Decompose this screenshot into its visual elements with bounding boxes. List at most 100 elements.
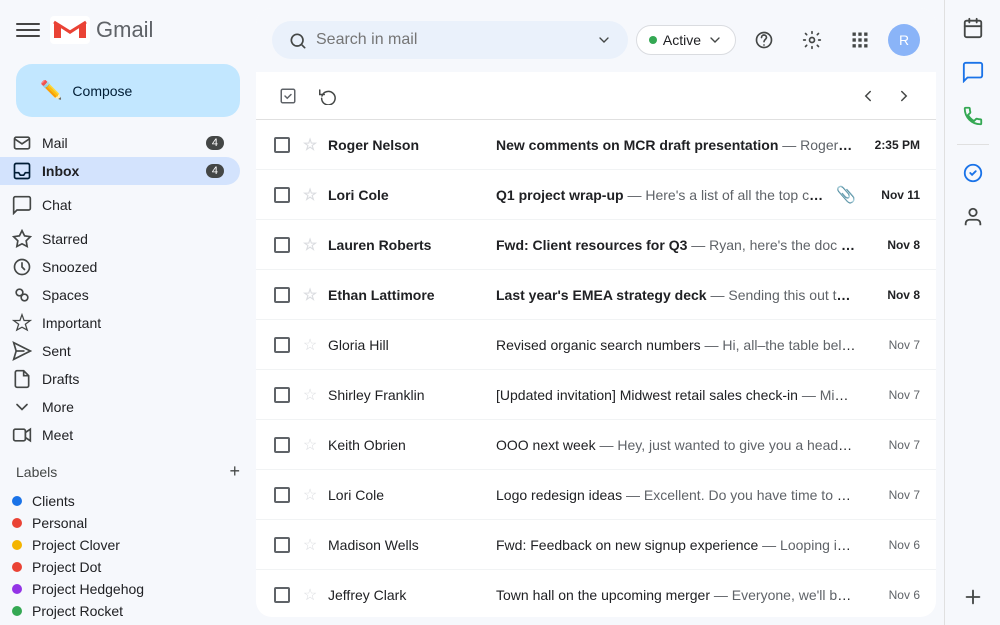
email-row[interactable]: ☆ Madison Wells Fwd: Feedback on new sig… [256,520,936,570]
sidebar-item-more[interactable]: More [0,393,240,421]
email-subject: [Updated invitation] Midwest retail sale… [496,387,798,403]
label-project-dot[interactable]: Project Dot [0,556,240,578]
sidebar-label-more: More [42,399,74,415]
email-row[interactable]: ☆ Lauren Roberts Fwd: Client resources f… [256,220,936,270]
email-subject: Fwd: Client resources for Q3 [496,237,687,253]
email-row[interactable]: ☆ Lori Cole Q1 project wrap-up — Here's … [256,170,936,220]
label-personal[interactable]: Personal [0,512,240,534]
star-icon[interactable]: ☆ [303,185,317,205]
sidebar-label-mail: Mail [42,135,68,151]
star-icon[interactable]: ☆ [303,535,317,555]
label-clients-text: Clients [32,493,75,509]
right-panel [944,0,1000,625]
phone-panel-icon[interactable] [953,96,993,136]
label-project-clover-text: Project Clover [32,537,120,553]
email-subject: Q1 project wrap-up [496,187,624,203]
attachment-icon: 📎 [836,185,856,205]
email-row[interactable]: ☆ Roger Nelson New comments on MCR draft… [256,120,936,170]
search-input[interactable] [316,31,588,49]
email-row[interactable]: ☆ Jeffrey Clark Town hall on the upcomin… [256,570,936,617]
snoozed-icon [12,257,32,277]
compose-label: Compose [72,83,132,99]
star-nav-icon [12,229,32,249]
email-snippet: — Everyone, we'll be hosting our second … [714,587,856,603]
spaces-icon [12,285,32,305]
star-icon[interactable]: ☆ [303,585,317,605]
apps-icon[interactable] [840,20,880,60]
help-icon[interactable] [744,20,784,60]
sidebar-label-starred: Starred [42,231,88,247]
prev-page-button[interactable] [852,80,884,112]
calendar-panel-icon[interactable] [953,8,993,48]
star-icon[interactable]: ☆ [303,235,317,255]
chat-panel-icon[interactable] [953,52,993,92]
email-row[interactable]: ☆ Gloria Hill Revised organic search num… [256,320,936,370]
label-project-hedgehog[interactable]: Project Hedgehog [0,578,240,600]
tasks-panel-icon[interactable] [953,153,993,193]
label-project-clover[interactable]: Project Clover [0,534,240,556]
email-star-area: ☆ [300,285,320,305]
star-icon[interactable]: ☆ [303,135,317,155]
sidebar-item-inbox[interactable]: Inbox 4 [0,157,240,185]
inbox-badge: 4 [206,164,224,178]
email-checkbox[interactable] [274,387,290,403]
label-project-rocket[interactable]: Project Rocket [0,600,240,622]
label-clients[interactable]: Clients [0,490,240,512]
email-star-area: ☆ [300,185,320,205]
sidebar-item-starred[interactable]: Starred [0,225,240,253]
mail-icon [12,133,32,153]
sidebar-item-chat-section[interactable]: Chat [0,185,240,225]
add-label-icon[interactable]: + [229,461,240,482]
email-body: Last year's EMEA strategy deck — Sending… [496,287,856,303]
sidebar-item-sent[interactable]: Sent [0,337,240,365]
email-row[interactable]: ☆ Shirley Franklin [Updated invitation] … [256,370,936,420]
email-row[interactable]: ☆ Keith Obrien OOO next week — Hey, just… [256,420,936,470]
star-icon[interactable]: ☆ [303,435,317,455]
user-profile-avatar[interactable]: R [888,24,920,56]
email-body: Fwd: Feedback on new signup experience —… [496,537,856,553]
star-icon[interactable]: ☆ [303,485,317,505]
settings-icon[interactable] [792,20,832,60]
search-dropdown-icon[interactable] [596,31,612,49]
add-app-icon[interactable] [953,577,993,617]
gmail-logo: Gmail [50,16,153,44]
search-bar [272,21,628,58]
email-time: Nov 8 [864,288,920,302]
email-checkbox[interactable] [274,587,290,603]
email-row[interactable]: ☆ Lori Cole Logo redesign ideas — Excell… [256,470,936,520]
sidebar-item-important[interactable]: Important [0,309,240,337]
star-icon[interactable]: ☆ [303,335,317,355]
next-page-button[interactable] [888,80,920,112]
star-icon[interactable]: ☆ [303,285,317,305]
email-snippet: — Ryan, here's the doc with all the clie… [691,237,856,253]
email-row[interactable]: ☆ Ethan Lattimore Last year's EMEA strat… [256,270,936,320]
email-checkbox[interactable] [274,337,290,353]
drafts-icon [12,369,32,389]
email-snippet: — Midwest retail sales che… [802,387,856,403]
email-time: Nov 8 [864,238,920,252]
refresh-button[interactable] [312,80,344,112]
email-checkbox[interactable] [274,237,290,253]
compose-button[interactable]: ✏️ Compose [16,64,240,117]
email-checkbox[interactable] [274,287,290,303]
sidebar-item-snoozed[interactable]: Snoozed [0,253,240,281]
contacts-panel-icon[interactable] [953,197,993,237]
star-icon[interactable]: ☆ [303,385,317,405]
sidebar-item-drafts[interactable]: Drafts [0,365,240,393]
status-pill[interactable]: Active [636,25,736,55]
email-checkbox[interactable] [274,537,290,553]
email-checkbox[interactable] [274,437,290,453]
sidebar-item-meet[interactable]: Meet [0,421,240,449]
hamburger-menu-icon[interactable] [16,18,40,42]
sidebar-item-mail[interactable]: Mail 4 [0,129,240,157]
sidebar-item-spaces[interactable]: Spaces [0,281,240,309]
email-checkbox-area [272,535,292,555]
email-checkbox[interactable] [274,487,290,503]
clients-dot [12,496,22,506]
select-all-checkbox[interactable] [272,80,304,112]
email-time: Nov 6 [864,588,920,602]
email-checkbox-area [272,335,292,355]
email-checkbox[interactable] [274,137,290,153]
email-checkbox[interactable] [274,187,290,203]
email-snippet: — Hey, just wanted to give you a heads u… [599,437,856,453]
